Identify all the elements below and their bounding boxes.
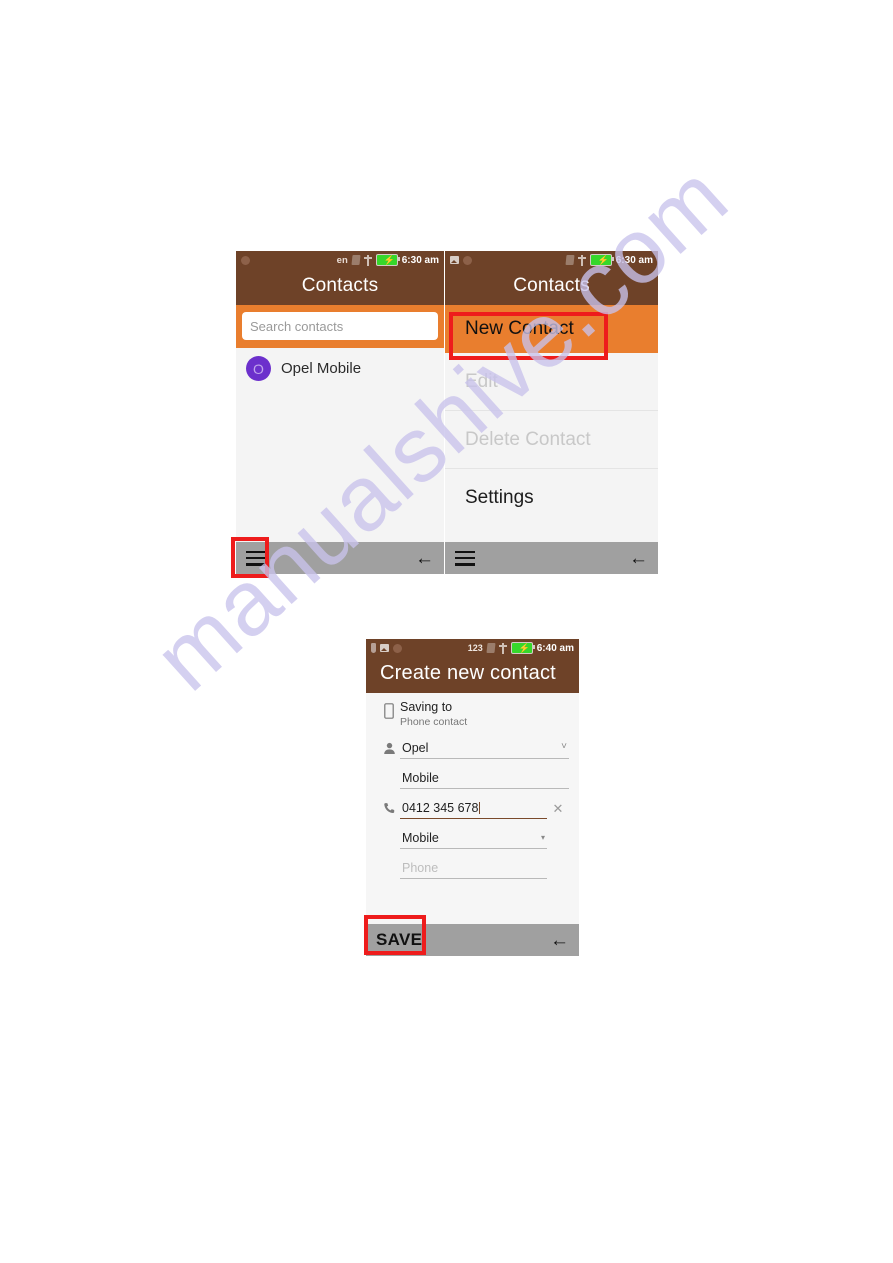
phone-number-value: 0412 345 678 — [402, 801, 479, 815]
name-fields: Opel ˅ Mobile — [400, 738, 569, 798]
last-name-input[interactable]: Mobile — [400, 768, 569, 789]
menu-item-label: Delete Contact — [465, 428, 591, 450]
pin-icon — [371, 643, 376, 653]
screen-create-contact: 123 ⚡ 6:40 am Create new contact Saving … — [366, 639, 579, 956]
search-band: Search contacts — [236, 305, 444, 348]
person-icon — [378, 738, 400, 755]
back-arrow-icon[interactable]: ← — [629, 549, 648, 568]
menu-item-edit: Edit — [445, 353, 658, 411]
phone-type-value: Mobile — [402, 831, 439, 845]
battery-charging-icon: ⚡ — [375, 254, 400, 266]
status-bar-time: 6:40 am — [536, 642, 574, 654]
circle-icon — [463, 255, 472, 265]
status-bar-time: 6:30 am — [401, 254, 439, 266]
screen-contacts-menu: ⚡ 6:30 am Contacts New Contact Edit Dele… — [445, 251, 658, 574]
circle-icon — [241, 255, 250, 265]
phone-device-icon — [378, 699, 400, 719]
app-title-contacts: Contacts — [236, 269, 444, 305]
page-watermark: manualshive.com — [0, 0, 893, 1263]
contact-name: Opel Mobile — [281, 360, 362, 377]
phone-icon — [378, 798, 400, 815]
screen-contacts-list: en ⚡ 6:30 am Contacts Search contacts O … — [236, 251, 444, 574]
image-icon — [450, 256, 459, 264]
navigation-bar: ← — [236, 542, 444, 574]
locale-indicator: en — [336, 254, 348, 266]
dropdown-arrow-icon[interactable]: ▾ — [541, 833, 545, 843]
menu-item-label: Settings — [465, 487, 534, 508]
page-title: Create new contact — [366, 657, 579, 693]
status-bar-time: 6:30 am — [615, 254, 653, 266]
menu-item-label: New Contact — [465, 318, 574, 339]
phone-type-select[interactable]: Mobile ▾ — [400, 828, 547, 849]
phone-number-input[interactable]: 0412 345 678 — [400, 798, 547, 819]
phone-fields: 0412 345 678 Mobile ▾ Phone — [400, 798, 547, 888]
phone-field-row[interactable]: 0412 345 678 Mobile ▾ Phone ✕ — [366, 798, 579, 888]
status-bar: en ⚡ 6:30 am — [236, 251, 444, 269]
list-item[interactable]: O Opel Mobile — [236, 348, 444, 389]
status-bar-left-icons — [450, 255, 472, 265]
app-title-contacts: Contacts — [445, 269, 658, 305]
name-field-row[interactable]: Opel ˅ Mobile — [366, 738, 579, 798]
status-bar-right-icons: 123 ⚡ 6:40 am — [468, 642, 574, 654]
hamburger-menu-icon[interactable] — [246, 550, 266, 566]
usb-icon — [363, 254, 372, 266]
input-mode-indicator: 123 — [467, 643, 483, 653]
menu-item-label: Edit — [465, 370, 498, 392]
battery-charging-icon: ⚡ — [589, 254, 614, 266]
usb-icon — [577, 254, 586, 266]
hamburger-menu-icon[interactable] — [455, 550, 475, 566]
last-name-value: Mobile — [402, 771, 439, 785]
saving-to-body: Saving to Phone contact — [400, 699, 569, 730]
first-name-value: Opel — [402, 741, 429, 755]
save-button[interactable]: SAVE — [376, 930, 422, 950]
sim-card-icon — [351, 255, 361, 265]
contact-form: Saving to Phone contact Opel ˅ Mobile 04… — [366, 693, 579, 888]
search-input[interactable]: Search contacts — [242, 312, 438, 340]
text-caret — [479, 802, 481, 814]
saving-to-account: Phone contact — [400, 716, 468, 728]
sim-card-icon — [486, 643, 496, 653]
status-bar: 123 ⚡ 6:40 am — [366, 639, 579, 657]
navigation-bar: SAVE ← — [366, 924, 579, 956]
sim-card-icon — [565, 255, 575, 265]
status-bar-left-icons — [371, 643, 402, 653]
back-arrow-icon[interactable]: ← — [550, 931, 569, 950]
status-bar-left-icons — [241, 255, 250, 265]
menu-item-settings[interactable]: Settings — [445, 469, 658, 527]
chevron-down-icon[interactable]: ˅ — [561, 742, 567, 752]
back-arrow-icon[interactable]: ← — [415, 549, 434, 568]
saving-to-label: Saving to — [400, 700, 453, 714]
navigation-bar: ← — [445, 542, 658, 574]
battery-charging-icon: ⚡ — [510, 642, 535, 654]
status-bar-right-icons: en ⚡ 6:30 am — [337, 254, 439, 266]
second-phone-input[interactable]: Phone — [400, 858, 547, 879]
first-name-input[interactable]: Opel ˅ — [400, 738, 569, 759]
clear-icon[interactable]: ✕ — [547, 798, 569, 817]
circle-icon — [393, 643, 402, 653]
menu-item-new-contact[interactable]: New Contact — [445, 305, 658, 353]
image-icon — [380, 644, 389, 652]
status-bar: ⚡ 6:30 am — [445, 251, 658, 269]
status-bar-right-icons: ⚡ 6:30 am — [565, 254, 653, 266]
menu-item-delete-contact: Delete Contact — [445, 411, 658, 469]
saving-to-row[interactable]: Saving to Phone contact — [366, 699, 579, 730]
avatar: O — [246, 356, 271, 381]
second-phone-placeholder: Phone — [402, 861, 439, 875]
usb-icon — [498, 642, 507, 654]
